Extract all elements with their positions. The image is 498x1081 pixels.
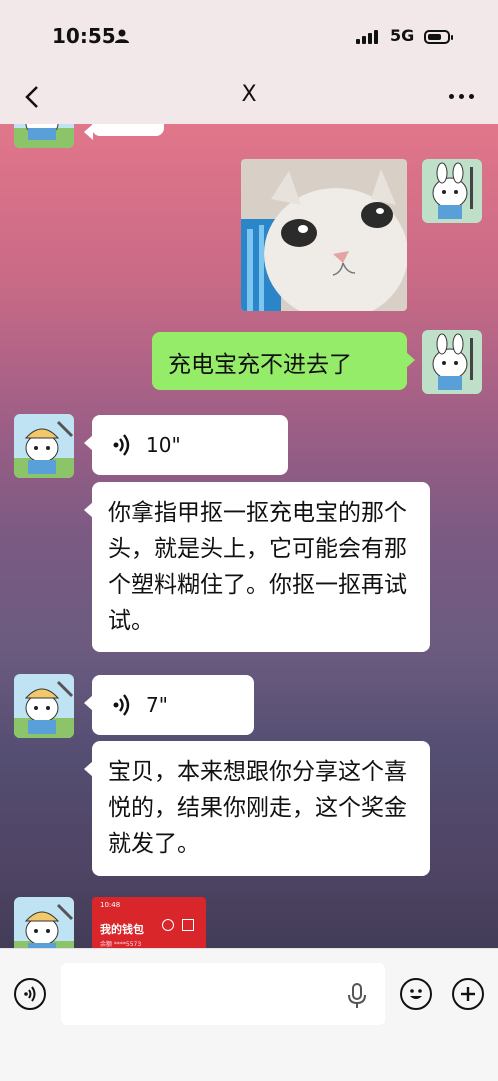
chat-area[interactable]: 充电宝充不进去了 10" 你拿指甲抠一抠充电宝的那个头，就是头上，它可能会有那个… [0, 124, 498, 948]
avatar-contact[interactable] [14, 414, 74, 478]
person-icon [115, 29, 129, 43]
sent-photo[interactable] [241, 159, 407, 311]
add-button[interactable] [452, 978, 484, 1010]
network-type: 5G [390, 26, 415, 45]
voice-duration: 10" [146, 433, 181, 457]
avatar-self[interactable] [422, 159, 482, 223]
voice-message-bubble[interactable]: 7" [84, 675, 254, 735]
sent-text-bubble[interactable]: 充电宝充不进去了 [152, 332, 415, 390]
battery-icon [424, 30, 453, 44]
voice-input-button[interactable] [14, 978, 46, 1010]
status-bar: 10:55 5G [0, 0, 498, 70]
received-bubble-partial[interactable] [84, 124, 164, 140]
avatar-contact[interactable] [14, 124, 74, 148]
message-input[interactable] [61, 963, 385, 1025]
emoji-icon [410, 989, 422, 999]
received-text: 宝贝，本来想跟你分享这个喜悦的，结果你刚走，这个奖金就发了。 [108, 759, 407, 857]
avatar-contact[interactable] [14, 897, 74, 948]
voice-message-bubble[interactable]: 10" [84, 415, 288, 475]
signal-icon [356, 30, 378, 44]
received-text-bubble[interactable]: 宝贝，本来想跟你分享这个喜悦的，结果你刚走，这个奖金就发了。 [84, 741, 430, 876]
status-time: 10:55 [52, 24, 116, 48]
screenshot-title: 我的钱包 [100, 923, 144, 936]
received-text: 你拿指甲抠一抠充电宝的那个头，就是头上，它可能会有那个塑料糊住了。你抠一抠再试试… [108, 500, 407, 634]
chat-title: X [241, 82, 257, 107]
screenshot-icons [162, 919, 198, 933]
sent-text: 充电宝充不进去了 [168, 352, 352, 378]
screenshot-time: 10:48 [100, 901, 121, 909]
avatar-contact[interactable] [14, 674, 74, 738]
voice-icon [24, 986, 36, 1002]
voice-wave-icon [113, 694, 130, 716]
received-text-bubble[interactable]: 你拿指甲抠一抠充电宝的那个头，就是头上，它可能会有那个塑料糊住了。你抠一抠再试试… [84, 482, 430, 652]
input-bar [0, 948, 498, 1081]
plus-icon [461, 987, 475, 1001]
screenshot-sub: 余额 ****5573 [100, 941, 142, 948]
voice-wave-icon [113, 434, 130, 456]
microphone-icon[interactable] [346, 983, 368, 1009]
chat-header: X [0, 70, 498, 124]
more-icon[interactable] [449, 94, 474, 99]
voice-duration: 7" [146, 693, 168, 717]
emoji-button[interactable] [400, 978, 432, 1010]
received-screenshot-image[interactable]: 10:48 我的钱包 余额 ****5573 [92, 897, 206, 948]
avatar-self[interactable] [422, 330, 482, 394]
